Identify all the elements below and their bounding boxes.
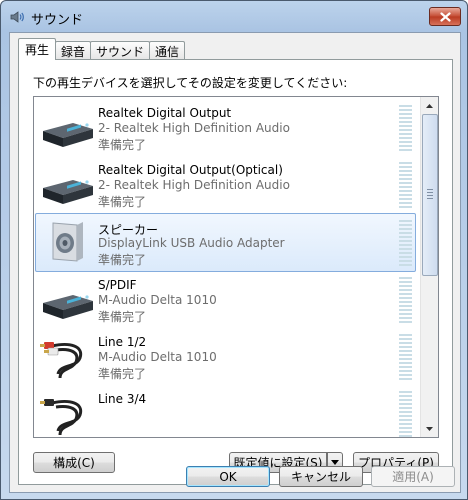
device-description: 2- Realtek High Definition Audio bbox=[98, 178, 290, 192]
digital-output-icon bbox=[43, 180, 93, 204]
device-status: 準備完了 bbox=[98, 253, 147, 267]
digital-output-icon bbox=[43, 123, 93, 147]
scroll-down-button[interactable] bbox=[422, 421, 437, 436]
tab-strip: 再生 録音 サウンド 通信 bbox=[18, 38, 186, 60]
arrow-up-icon bbox=[426, 103, 433, 108]
grip-icon bbox=[427, 189, 433, 201]
device-item[interactable]: Line 1/2 M-Audio Delta 1010 準備完了 bbox=[36, 328, 416, 385]
rca-cable-icon bbox=[40, 342, 83, 379]
device-item-selected[interactable]: スピーカー DisplayLink USB Audio Adapter 準備完了 bbox=[35, 213, 416, 272]
level-meter bbox=[399, 220, 412, 266]
tab-sounds[interactable]: サウンド bbox=[90, 41, 151, 60]
device-status: 準備完了 bbox=[98, 310, 147, 324]
device-name: Line 1/2 bbox=[98, 335, 147, 349]
tab-communications[interactable]: 通信 bbox=[149, 41, 186, 60]
device-name: Realtek Digital Output bbox=[98, 106, 232, 120]
device-item[interactable]: S/PDIF M-Audio Delta 1010 準備完了 bbox=[36, 271, 416, 328]
tab-playback[interactable]: 再生 bbox=[18, 38, 57, 60]
digital-output-icon bbox=[43, 295, 93, 319]
scroll-up-button[interactable] bbox=[422, 98, 437, 113]
level-meter bbox=[399, 334, 412, 380]
device-name: S/PDIF bbox=[98, 278, 137, 292]
ok-button[interactable]: OK bbox=[186, 466, 270, 487]
device-item[interactable]: Realtek Digital Output 2- Realtek High D… bbox=[36, 99, 416, 156]
tab-recording[interactable]: 録音 bbox=[55, 41, 92, 60]
speaker-icon bbox=[52, 222, 83, 262]
window-title: サウンド bbox=[31, 13, 84, 28]
level-meter bbox=[399, 277, 412, 323]
level-meter bbox=[399, 105, 412, 151]
device-description: M-Audio Delta 1010 bbox=[98, 350, 217, 364]
apply-button[interactable]: 適用(A) bbox=[371, 466, 455, 487]
chevron-down-icon bbox=[331, 460, 339, 465]
device-list[interactable]: Realtek Digital Output 2- Realtek High D… bbox=[33, 96, 439, 438]
device-status: 準備完了 bbox=[98, 195, 147, 209]
device-name: Realtek Digital Output(Optical) bbox=[98, 163, 283, 177]
device-item[interactable]: Realtek Digital Output(Optical) 2- Realt… bbox=[36, 156, 416, 213]
level-meter bbox=[399, 162, 412, 208]
rca-cable-icon bbox=[40, 399, 83, 436]
playback-panel: 下の再生デバイスを選択してその設定を変更してください: Realtek Digi… bbox=[18, 59, 453, 485]
device-status: 準備完了 bbox=[98, 367, 147, 381]
device-description: M-Audio Delta 1010 bbox=[98, 293, 217, 307]
device-description: DisplayLink USB Audio Adapter bbox=[98, 236, 285, 250]
device-item[interactable]: Line 3/4 bbox=[36, 385, 416, 437]
arrow-down-icon bbox=[426, 426, 433, 431]
cancel-button[interactable]: キャンセル bbox=[279, 466, 363, 487]
speaker-app-icon bbox=[10, 11, 24, 23]
device-name: Line 3/4 bbox=[98, 392, 147, 406]
scroll-thumb[interactable] bbox=[422, 114, 438, 276]
level-meter bbox=[399, 391, 412, 437]
title-bar[interactable]: サウンド bbox=[1, 1, 467, 31]
vertical-scrollbar[interactable] bbox=[420, 97, 438, 437]
device-status: 準備完了 bbox=[98, 138, 147, 152]
configure-button[interactable]: 構成(C) bbox=[33, 452, 115, 473]
instruction-text: 下の再生デバイスを選択してその設定を変更してください: bbox=[33, 76, 348, 90]
close-button[interactable] bbox=[429, 7, 461, 26]
device-description: 2- Realtek High Definition Audio bbox=[98, 121, 290, 135]
dialog-client: 再生 録音 サウンド 通信 下の再生デバイスを選択してその設定を変更してください… bbox=[9, 32, 461, 493]
close-icon bbox=[439, 11, 451, 22]
sound-dialog: サウンド 再生 録音 サウンド 通信 下の再生デバイスを選択してその設定を変更し… bbox=[0, 0, 468, 500]
